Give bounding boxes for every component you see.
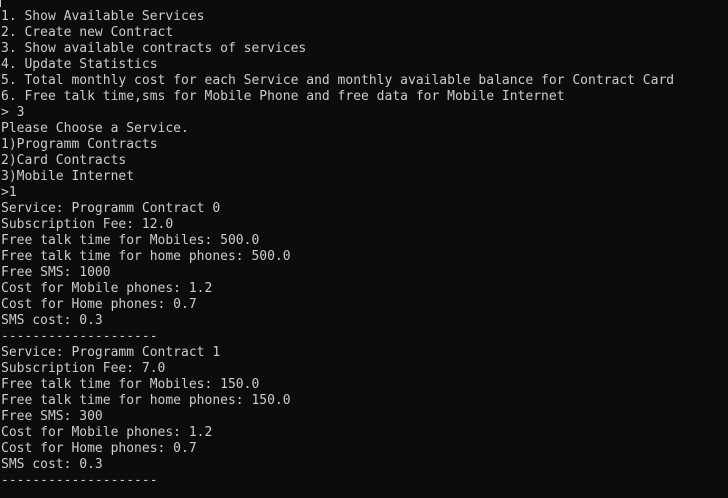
scroll-marker <box>0 0 1 7</box>
console-line: 3. Show available contracts of services <box>1 41 307 56</box>
console-input-line: > 3 <box>1 105 25 120</box>
console-line: Cost for Mobile phones: 1.2 <box>1 425 213 440</box>
console-window[interactable]: 1. Show Available Services 2. Create new… <box>0 0 728 498</box>
console-line: Cost for Home phones: 0.7 <box>1 297 197 312</box>
console-line: Free talk time for home phones: 150.0 <box>1 393 291 408</box>
console-line: 2)Card Contracts <box>1 153 127 168</box>
console-separator: -------------------- <box>1 473 158 488</box>
console-line: Free talk time for Mobiles: 500.0 <box>1 233 260 248</box>
console-line: Service: Programm Contract 1 <box>1 345 221 360</box>
console-line: 5. Total monthly cost for each Service a… <box>1 73 675 88</box>
console-line: 1. Show Available Services <box>1 9 205 24</box>
console-input-line: >1 <box>1 185 17 200</box>
console-line: Service: Programm Contract 0 <box>1 201 221 216</box>
console-separator: -------------------- <box>1 329 158 344</box>
console-line: 6. Free talk time,sms for Mobile Phone a… <box>1 89 565 104</box>
console-line: Subscription Fee: 12.0 <box>1 217 174 232</box>
console-line: Subscription Fee: 7.0 <box>1 361 166 376</box>
console-line: Please Choose a Service. <box>1 121 189 136</box>
console-line: Free talk time for home phones: 500.0 <box>1 249 291 264</box>
console-line: SMS cost: 0.3 <box>1 457 103 472</box>
console-line: Free talk time for Mobiles: 150.0 <box>1 377 260 392</box>
console-line: SMS cost: 0.3 <box>1 313 103 328</box>
console-line: Free SMS: 1000 <box>1 265 111 280</box>
console-line: 3)Mobile Internet <box>1 169 135 184</box>
console-line: Cost for Mobile phones: 1.2 <box>1 281 213 296</box>
console-line: 4. Update Statistics <box>1 57 158 72</box>
console-line: Cost for Home phones: 0.7 <box>1 441 197 456</box>
console-line: 2. Create new Contract <box>1 25 174 40</box>
console-line: Free SMS: 300 <box>1 409 103 424</box>
console-line: 1)Programm Contracts <box>1 137 158 152</box>
